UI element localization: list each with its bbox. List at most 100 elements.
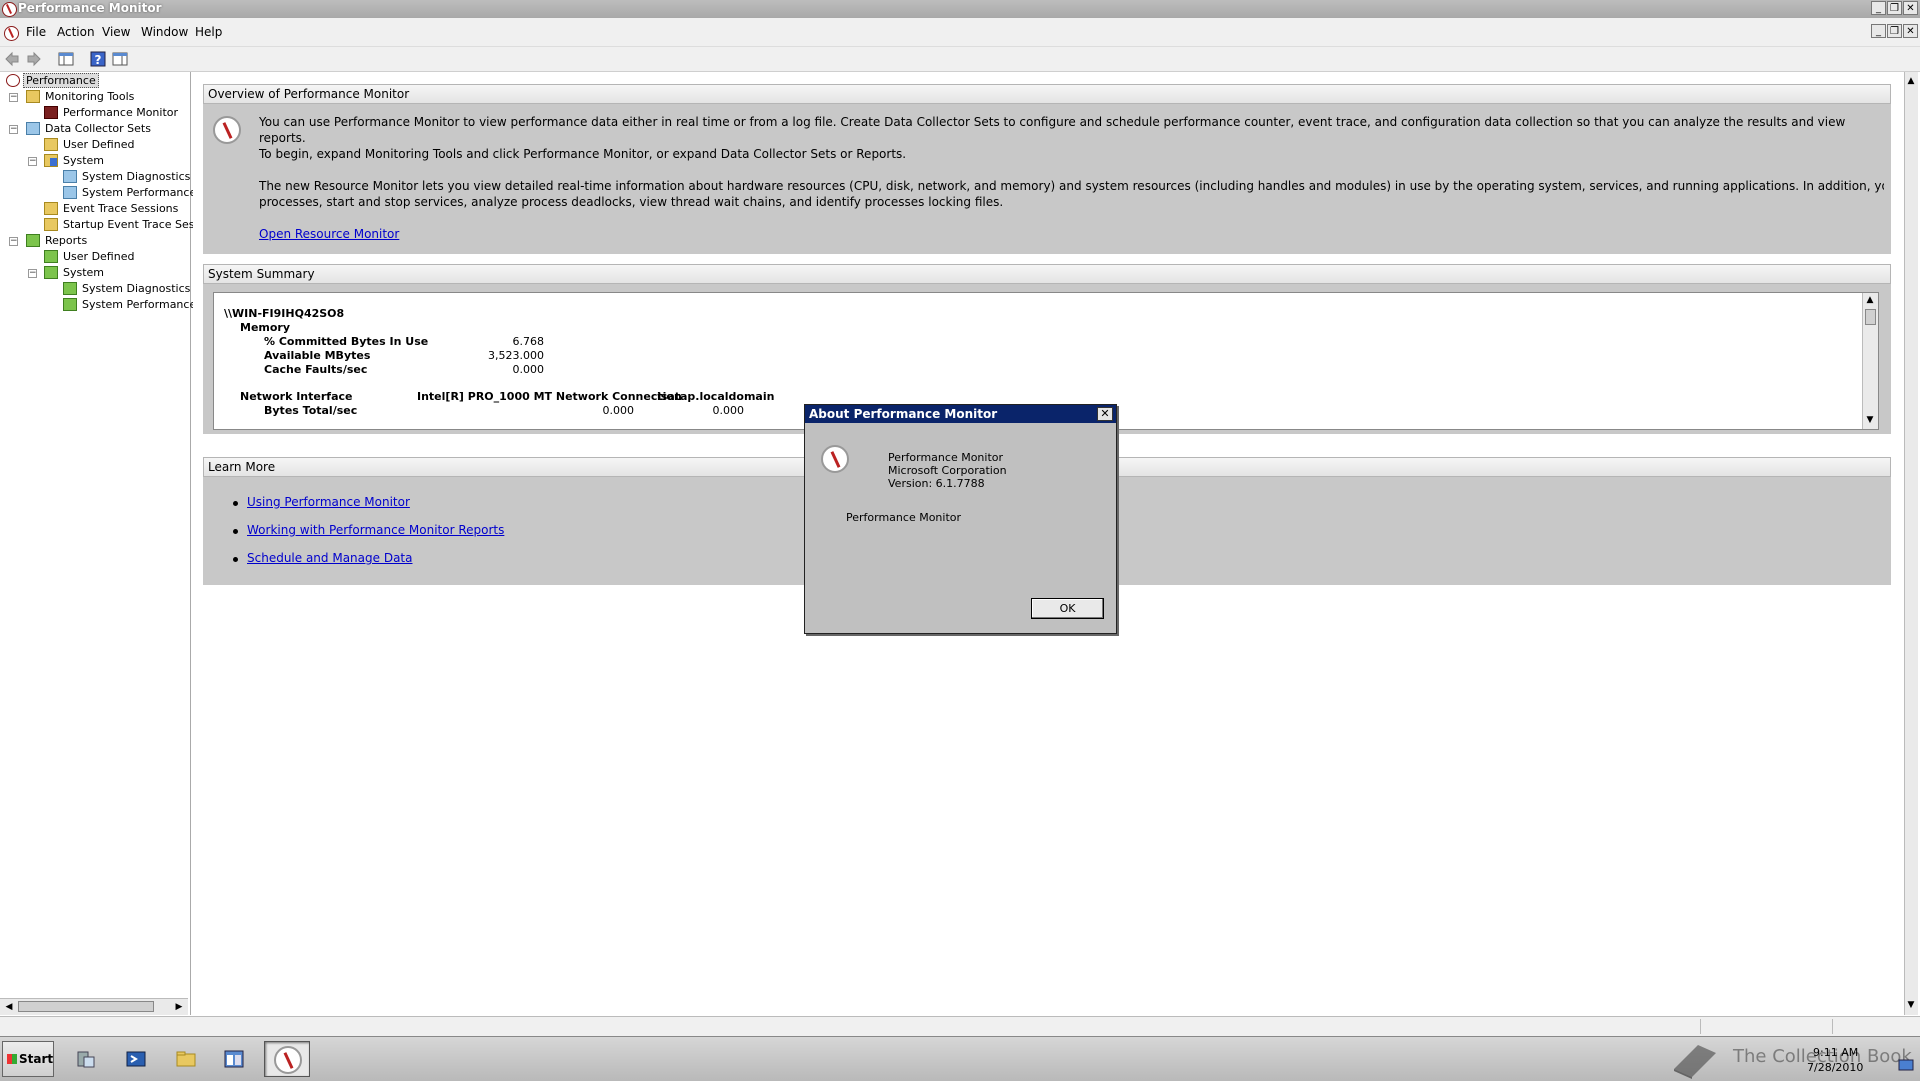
close-button[interactable]: ✕ [1903,1,1918,15]
show-hide-console-tree-icon[interactable] [58,51,74,67]
system-menu-icon[interactable] [4,26,19,41]
data-collector-icon [26,122,40,135]
taskbar-powershell[interactable] [116,1041,156,1077]
folder-icon [44,202,58,215]
mdi-minimize-button[interactable]: _ [1871,24,1886,38]
taskbar-mmc[interactable] [214,1041,254,1077]
menu-bar: File Action View Window Help _ ❐ ✕ [0,18,1920,47]
tree-label: User Defined [63,138,135,151]
report-icon [63,282,77,295]
menu-help[interactable]: Help [195,25,222,39]
clock-date[interactable]: 7/28/2010 [1807,1061,1863,1074]
tree-horizontal-scrollbar[interactable]: ◀ ▶ [0,998,188,1015]
scrollbar-thumb[interactable] [1865,309,1876,325]
scroll-up-icon[interactable]: ▲ [1863,293,1877,307]
tree-item-startup-event-trace[interactable]: Startup Event Trace Sess [44,217,202,233]
tree-label: System [63,154,105,167]
tree-item-performance[interactable]: Performance [6,73,99,89]
back-arrow-icon[interactable] [4,51,20,67]
system-folder-icon [44,154,58,167]
scroll-left-icon[interactable]: ◀ [2,1000,16,1014]
available-mbytes-label: Available MBytes [264,349,371,362]
link-schedule-and-manage-data[interactable]: Schedule and Manage Data [247,550,412,566]
tree-item-rep-system-diagnostics[interactable]: System Diagnostics [63,281,192,297]
show-hide-action-pane-icon[interactable] [112,51,128,67]
tree-item-rep-system-performance[interactable]: System Performance [63,297,198,313]
tree-item-monitoring-tools[interactable]: Monitoring Tools [26,89,136,105]
network-interface-label: Network Interface [240,390,353,403]
summary-vertical-scrollbar[interactable]: ▲ ▼ [1862,293,1878,429]
tree-label: Performance Monitor [63,106,179,119]
bullet-icon [233,529,238,534]
machine-name: \\WIN-FI9IHQ42SO8 [224,307,345,320]
folder-icon [44,218,58,231]
taskbar-performance-monitor[interactable] [264,1041,310,1077]
status-bar [0,1016,1920,1037]
window-title: Performance Monitor [18,1,162,15]
bullet-icon [233,557,238,562]
collapse-dcs-system[interactable]: − [28,157,37,166]
forward-arrow-icon[interactable] [26,51,42,67]
tree-label: Startup Event Trace Sess [63,218,201,231]
taskbar-explorer[interactable] [166,1041,206,1077]
performance-monitor-icon [213,116,241,144]
menu-window[interactable]: Window [141,25,188,39]
bytes-total-value-1: 0.000 [602,404,635,417]
collapse-reports[interactable]: − [9,237,18,246]
performance-monitor-icon [2,2,17,17]
isatap-adapter-name: isatap.localdomain [657,390,775,403]
performance-icon [6,74,20,87]
available-mbytes-value: 3,523.000 [488,349,544,362]
ok-button[interactable]: OK [1031,598,1104,619]
mdi-close-button[interactable]: ✕ [1903,24,1918,38]
link-using-performance-monitor[interactable]: Using Performance Monitor [247,494,410,510]
reports-icon [26,234,40,247]
mmc-console-icon [224,1050,244,1068]
tree-item-rep-user-defined[interactable]: User Defined [44,249,136,265]
collapse-monitoring-tools[interactable]: − [9,93,18,102]
collapse-data-collector-sets[interactable]: − [9,125,18,134]
scroll-right-icon[interactable]: ▶ [172,1000,186,1014]
restore-button[interactable]: ❐ [1887,1,1902,15]
network-adapter-name: Intel[R] PRO_1000 MT Network Connection [417,390,682,403]
scrollbar-thumb[interactable] [18,1001,154,1012]
menu-view[interactable]: View [102,25,130,39]
tree-item-dcs-system[interactable]: System [44,153,106,169]
help-icon[interactable]: ? [90,51,106,67]
clock-time[interactable]: 9:11 AM [1813,1046,1858,1059]
tree-item-reports[interactable]: Reports [26,233,89,249]
svg-text:?: ? [95,53,102,67]
tree-item-data-collector-sets[interactable]: Data Collector Sets [26,121,153,137]
window-title-bar[interactable]: Performance Monitor _ ❐ ✕ [0,0,1920,18]
main-vertical-scrollbar[interactable]: ▲ ▼ [1904,72,1918,1015]
dialog-product-name: Performance Monitor [888,451,1004,464]
tree-item-dcs-system-performance[interactable]: System Performance [63,185,198,201]
tree-item-event-trace-sessions[interactable]: Event Trace Sessions [44,201,180,217]
open-resource-monitor-link[interactable]: Open Resource Monitor [259,226,399,242]
tree-item-dcs-user-defined[interactable]: User Defined [44,137,136,153]
tree-item-dcs-system-diagnostics[interactable]: System Diagnostics [63,169,192,185]
mdi-restore-button[interactable]: ❐ [1887,24,1902,38]
dialog-close-button[interactable]: ✕ [1097,407,1113,421]
taskbar-server-manager[interactable] [66,1041,106,1077]
start-button[interactable]: Start [2,1041,54,1077]
dialog-company: Microsoft Corporation [888,464,1007,477]
folder-icon [26,90,40,103]
overview-paragraph-3b: processes, start and stop services, anal… [259,195,1004,209]
minimize-button[interactable]: _ [1871,1,1886,15]
dialog-title[interactable]: About Performance Monitor [805,405,1116,423]
user-defined-folder-icon [44,138,58,151]
menu-file[interactable]: File [26,25,46,39]
scroll-down-icon[interactable]: ▼ [1863,413,1877,427]
link-working-with-reports[interactable]: Working with Performance Monitor Reports [247,522,504,538]
tree-item-rep-system[interactable]: System [44,265,106,281]
menu-action[interactable]: Action [57,25,95,39]
scroll-down-icon[interactable]: ▼ [1905,998,1917,1012]
tree-label: System [63,266,105,279]
tree-item-performance-monitor[interactable]: Performance Monitor [44,105,180,121]
show-desktop-icon[interactable] [1898,1057,1914,1073]
collapse-rep-system[interactable]: − [28,269,37,278]
overview-paragraph-2: To begin, expand Monitoring Tools and cl… [259,147,907,161]
scroll-up-icon[interactable]: ▲ [1905,74,1917,88]
about-dialog: About Performance Monitor ✕ Performance … [804,404,1117,634]
